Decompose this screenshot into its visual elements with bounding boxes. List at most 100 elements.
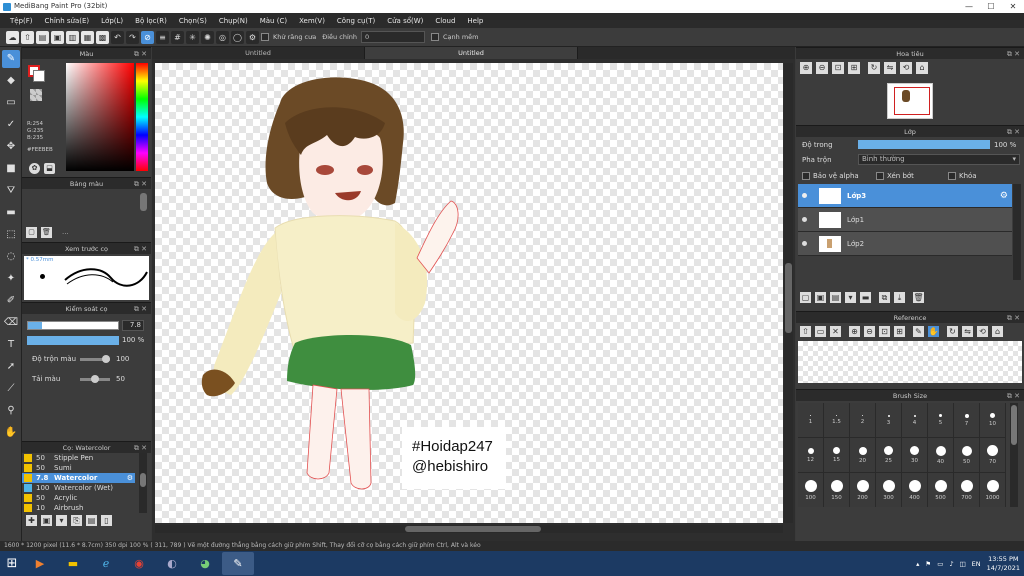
brush-size-cell[interactable]: 2 bbox=[850, 403, 875, 437]
select-tool-icon[interactable]: ⬚ bbox=[2, 226, 20, 244]
snap-off-icon[interactable]: ⊘ bbox=[141, 30, 154, 44]
soft-edge-checkbox[interactable] bbox=[431, 33, 439, 41]
brush-size-cell[interactable]: 3 bbox=[876, 403, 901, 437]
brush-size-cell[interactable]: 15 bbox=[824, 438, 849, 472]
layer-blend-select[interactable]: Bình thường ▾ bbox=[858, 154, 1020, 165]
menu-view[interactable]: Xem(V) bbox=[293, 17, 331, 25]
brush-size-cell[interactable]: 1.5 bbox=[824, 403, 849, 437]
move-tool-icon[interactable]: ✥ bbox=[2, 138, 20, 156]
radial-snap-icon[interactable]: ✺ bbox=[201, 30, 214, 44]
drawing-canvas[interactable]: #Hoidap247 @hebishiro bbox=[155, 63, 783, 523]
brush-size-scrollbar[interactable] bbox=[1010, 403, 1018, 507]
menu-cloud[interactable]: Cloud bbox=[429, 17, 461, 25]
brush-folder-icon[interactable]: ▣ bbox=[41, 515, 52, 526]
brush-item[interactable]: 50 Stipple Pen bbox=[22, 453, 151, 463]
brush-settings-icon[interactable]: ⚙ bbox=[127, 474, 135, 482]
brush-size-cell[interactable]: 30 bbox=[902, 438, 927, 472]
ref-upload-icon[interactable]: ⇧ bbox=[800, 326, 811, 337]
color-picker-icon[interactable]: ⬓ bbox=[44, 163, 55, 174]
brush-size-cell[interactable]: 300 bbox=[876, 473, 901, 507]
ref-fit-icon[interactable]: ⊡ bbox=[879, 326, 890, 337]
layer-scrollbar[interactable] bbox=[1013, 184, 1021, 280]
ref-actual-icon[interactable]: ⊞ bbox=[894, 326, 905, 337]
language-indicator[interactable]: EN bbox=[972, 560, 981, 568]
ref-reset-icon[interactable]: ⟲ bbox=[977, 326, 988, 337]
internet-explorer-icon[interactable]: ℯ bbox=[90, 552, 122, 575]
ref-flip-icon[interactable]: ⇋ bbox=[962, 326, 973, 337]
ref-lock-icon[interactable]: ⌂ bbox=[992, 326, 1003, 337]
brush-size-cell[interactable]: 700 bbox=[954, 473, 979, 507]
parallel-snap-icon[interactable]: ≡ bbox=[156, 30, 169, 44]
tray-flag-icon[interactable]: ⚑ bbox=[925, 560, 931, 568]
eraser-tool-icon[interactable]: ◆ bbox=[2, 72, 20, 90]
reference-area[interactable] bbox=[798, 341, 1022, 383]
saturation-value-field[interactable] bbox=[66, 63, 134, 171]
zoom-out-icon[interactable]: ⊖ bbox=[816, 62, 828, 74]
palette-scroll[interactable] bbox=[140, 193, 147, 211]
minimize-button[interactable]: — bbox=[958, 0, 980, 13]
menu-tools[interactable]: Công cụ(T) bbox=[331, 17, 381, 25]
hand-tool-icon[interactable]: ✋ bbox=[2, 424, 20, 442]
tray-battery-icon[interactable]: ▭ bbox=[937, 560, 943, 568]
brush-size-cell[interactable]: 400 bbox=[902, 473, 927, 507]
layer-opacity-slider[interactable] bbox=[858, 140, 990, 149]
redo-icon[interactable]: ↷ bbox=[126, 30, 139, 44]
divide-tool-icon[interactable]: ⟋ bbox=[2, 380, 20, 398]
ref-zoom-in-icon[interactable]: ⊕ bbox=[849, 326, 860, 337]
brush-size-cell[interactable]: 70 bbox=[980, 438, 1005, 472]
brush-list-scrollbar[interactable] bbox=[139, 453, 147, 513]
export-icon[interactable]: ▦ bbox=[81, 30, 94, 44]
add-brush-icon[interactable]: ✚ bbox=[26, 515, 37, 526]
eyedropper-icon[interactable]: ⚲ bbox=[2, 402, 20, 420]
chrome-icon[interactable]: ◉ bbox=[123, 552, 155, 575]
menu-filter[interactable]: Bộ lọc(R) bbox=[129, 17, 173, 25]
layer-settings-icon[interactable]: ⚙ bbox=[1000, 191, 1012, 201]
upload-icon[interactable]: ⇧ bbox=[21, 30, 34, 44]
media-player-icon[interactable]: ▶ bbox=[24, 552, 56, 575]
palette-area[interactable] bbox=[24, 191, 139, 221]
antialias-checkbox[interactable] bbox=[261, 33, 269, 41]
layer-row[interactable]: Lớp2 bbox=[798, 232, 1012, 256]
medibang-taskbar-icon[interactable]: ✎ bbox=[222, 552, 254, 575]
brush-size-cell[interactable]: 10 bbox=[980, 403, 1005, 437]
gradient-tool-icon[interactable]: ▬ bbox=[2, 204, 20, 222]
hue-slider[interactable] bbox=[136, 63, 148, 171]
brush-size-cell[interactable]: 50 bbox=[954, 438, 979, 472]
operation-tool-icon[interactable]: ➚ bbox=[2, 358, 20, 376]
select-pen-tool-icon[interactable]: ✐ bbox=[2, 292, 20, 310]
circle-snap-icon[interactable]: ◎ bbox=[216, 30, 229, 44]
clock[interactable]: 13:55 PM 14/7/2021 bbox=[987, 555, 1020, 573]
crisscross-snap-icon[interactable]: # bbox=[171, 30, 184, 44]
brush-size-cell[interactable]: 4 bbox=[902, 403, 927, 437]
brush-item[interactable]: 50 Sumi bbox=[22, 463, 151, 473]
actual-size-icon[interactable]: ⊞ bbox=[848, 62, 860, 74]
save-as-icon[interactable]: ▥ bbox=[66, 30, 79, 44]
brush-delete-icon[interactable]: ▯ bbox=[101, 515, 112, 526]
brush-size-cell[interactable]: 100 bbox=[798, 473, 823, 507]
delete-palette-icon[interactable]: 🗑 bbox=[41, 227, 52, 238]
lock-view-icon[interactable]: ⌂ bbox=[916, 62, 928, 74]
brush-item[interactable]: 100 Watercolor (Wet) bbox=[22, 483, 151, 493]
brush-size-cell[interactable]: 40 bbox=[928, 438, 953, 472]
brush-size-cell[interactable]: 5 bbox=[928, 403, 953, 437]
brush-dropdown-icon[interactable]: ▾ bbox=[56, 515, 67, 526]
settings-snap-icon[interactable]: ⚙ bbox=[246, 30, 259, 44]
brush-size-cell[interactable]: 7 bbox=[954, 403, 979, 437]
grid-icon[interactable]: ▩ bbox=[96, 30, 109, 44]
rect-tool-icon[interactable]: ▭ bbox=[2, 94, 20, 112]
secondary-color-swatch[interactable] bbox=[33, 70, 45, 82]
bucket-tool-icon[interactable]: ⛛ bbox=[2, 182, 20, 200]
brush-size-cell[interactable]: 200 bbox=[850, 473, 875, 507]
navigator-preview[interactable] bbox=[796, 77, 1024, 125]
new-palette-icon[interactable]: ▢ bbox=[26, 227, 37, 238]
brush-file-icon[interactable]: ▤ bbox=[86, 515, 97, 526]
menu-edit[interactable]: Chỉnh sửa(E) bbox=[39, 17, 96, 25]
brush-copy-icon[interactable]: ⎘ bbox=[71, 515, 82, 526]
curve-snap-icon[interactable]: ◯ bbox=[231, 30, 244, 44]
canvas-vertical-scrollbar[interactable] bbox=[784, 63, 793, 523]
text-tool-icon[interactable]: T bbox=[2, 336, 20, 354]
refill-slider[interactable] bbox=[80, 375, 110, 383]
menu-snap[interactable]: Chụp(N) bbox=[213, 17, 254, 25]
brush-item[interactable]: 10 Airbrush bbox=[22, 503, 151, 513]
maximize-button[interactable]: ☐ bbox=[980, 0, 1002, 13]
